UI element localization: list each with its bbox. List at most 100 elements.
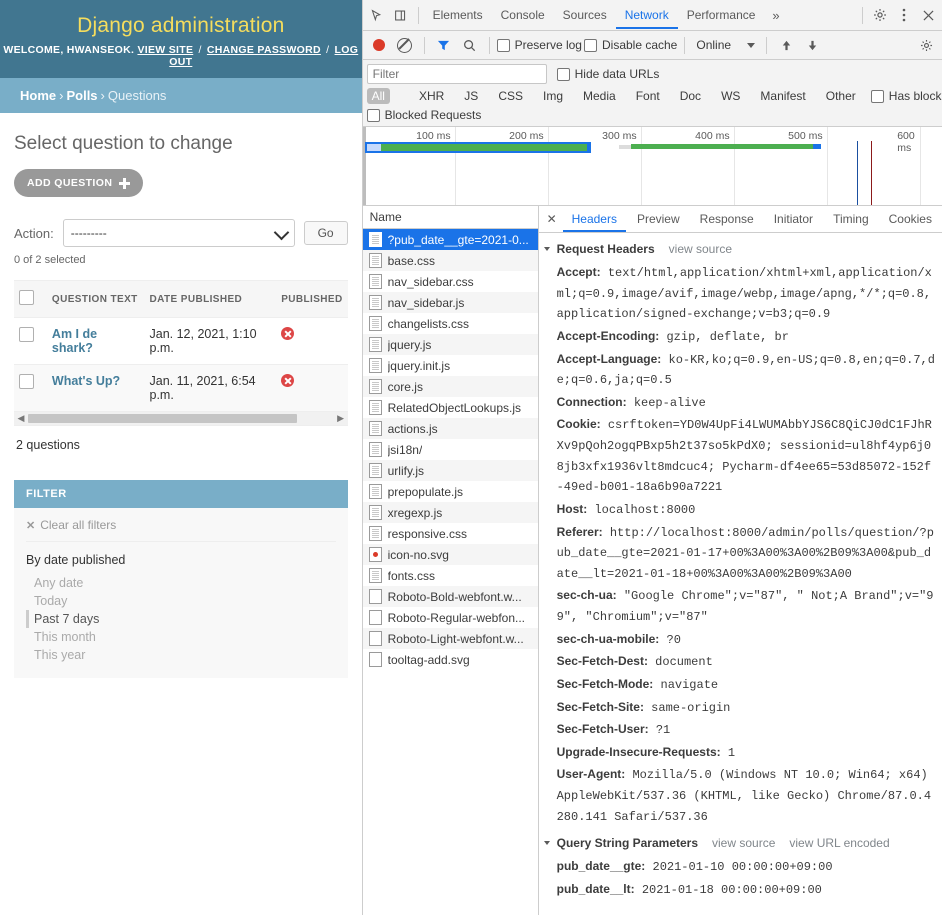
search-icon[interactable] — [458, 33, 482, 57]
filter-option-any-date[interactable]: Any date — [26, 574, 336, 592]
type-filter-media[interactable]: Media — [578, 88, 621, 104]
clear-requests-button[interactable] — [393, 33, 417, 57]
inspect-element-icon[interactable] — [365, 3, 389, 27]
scrollbar-thumb[interactable] — [28, 414, 297, 423]
row-checkbox[interactable] — [19, 327, 34, 342]
tab-elements[interactable]: Elements — [424, 2, 492, 29]
request-row[interactable]: nav_sidebar.css — [363, 271, 538, 292]
type-filter-other[interactable]: Other — [821, 88, 861, 104]
request-row[interactable]: jquery.js — [362, 334, 538, 355]
type-filter-xhr[interactable]: XHR — [414, 88, 449, 104]
more-tabs-icon[interactable]: » — [764, 8, 787, 23]
blocked-requests-checkbox[interactable] — [366, 108, 380, 122]
tab-headers[interactable]: Headers — [563, 207, 626, 232]
has-blocked-cookies-toggle[interactable]: Has blocked cookies — [870, 89, 942, 103]
network-overview-timeline[interactable]: 100 ms 200 ms 300 ms 400 ms 500 ms 600 m… — [362, 127, 942, 206]
tab-sources[interactable]: Sources — [554, 2, 616, 29]
request-row[interactable]: actions.js — [362, 418, 538, 439]
tab-network[interactable]: Network — [616, 2, 678, 29]
filter-toggle-button[interactable] — [432, 33, 456, 57]
scroll-right-arrow[interactable]: ▶ — [334, 413, 348, 424]
close-detail-icon[interactable]: ✕ — [543, 210, 561, 228]
blocked-requests-toggle[interactable]: Blocked Requests — [366, 108, 481, 122]
column-date-published[interactable]: DATE PUBLISHED — [144, 280, 277, 318]
more-options-icon[interactable] — [892, 3, 916, 27]
view-url-encoded-link[interactable]: view URL encoded — [789, 836, 889, 850]
request-row[interactable]: Roboto-Light-webfont.w... — [362, 628, 538, 649]
row-checkbox[interactable] — [19, 374, 34, 389]
headers-content[interactable]: Request Headers view source Accept: text… — [539, 233, 942, 915]
close-devtools-icon[interactable] — [916, 3, 940, 27]
breadcrumb-home[interactable]: Home — [20, 88, 56, 103]
request-row[interactable]: icon-no.svg — [362, 544, 538, 565]
request-row[interactable]: jsi18n/ — [363, 439, 538, 460]
type-filter-doc[interactable]: Doc — [675, 88, 706, 104]
request-row[interactable]: Roboto-Regular-webfon... — [363, 607, 538, 628]
scroll-left-arrow[interactable]: ◀ — [14, 413, 28, 424]
tab-timing[interactable]: Timing — [824, 207, 878, 232]
table-horizontal-scrollbar[interactable]: ◀ ▶ — [14, 412, 348, 426]
has-blocked-cookies-checkbox[interactable] — [870, 89, 884, 103]
tab-performance[interactable]: Performance — [678, 2, 765, 29]
request-list[interactable]: ?pub_date__gte=2021-0... base.css nav_si… — [362, 229, 538, 915]
filter-option-this-month[interactable]: This month — [26, 628, 336, 646]
throttling-select[interactable]: Online — [692, 38, 759, 52]
hide-data-urls-checkbox[interactable] — [556, 67, 570, 81]
preserve-log-checkbox[interactable] — [496, 38, 510, 52]
tab-cookies[interactable]: Cookies — [880, 207, 941, 232]
request-row-selected[interactable]: ?pub_date__gte=2021-0... — [362, 229, 538, 250]
type-filter-img[interactable]: Img — [538, 88, 568, 104]
tab-console[interactable]: Console — [492, 2, 554, 29]
add-question-button[interactable]: ADD QUESTION — [14, 169, 144, 197]
filter-option-today[interactable]: Today — [26, 592, 336, 610]
disable-cache-toggle[interactable]: Disable cache — [583, 38, 677, 52]
tab-initiator[interactable]: Initiator — [765, 207, 822, 232]
question-link[interactable]: Am I de shark? — [52, 327, 97, 355]
disable-cache-checkbox[interactable] — [583, 38, 597, 52]
chevron-down-icon[interactable] — [543, 841, 550, 846]
query-view-source-link[interactable]: view source — [712, 836, 775, 850]
question-link[interactable]: What's Up? — [52, 374, 120, 388]
record-button[interactable] — [367, 33, 391, 57]
chevron-down-icon[interactable] — [543, 247, 550, 251]
import-har-icon[interactable] — [774, 33, 798, 57]
hide-data-urls-toggle[interactable]: Hide data URLs — [556, 67, 659, 81]
device-toolbar-icon[interactable] — [389, 3, 413, 27]
type-filter-all[interactable]: All — [366, 88, 390, 104]
tab-preview[interactable]: Preview — [628, 207, 689, 232]
type-filter-font[interactable]: Font — [631, 88, 665, 104]
scrollbar-track[interactable] — [28, 414, 334, 423]
request-row[interactable]: xregexp.js — [362, 502, 538, 523]
request-row[interactable]: RelatedObjectLookups.js — [363, 397, 538, 418]
type-filter-css[interactable]: CSS — [493, 88, 528, 104]
request-row[interactable]: Roboto-Bold-webfont.w... — [362, 586, 538, 607]
filter-option-past-7-days[interactable]: Past 7 days — [26, 610, 336, 628]
request-row[interactable]: prepopulate.js — [363, 481, 538, 502]
filter-input[interactable] — [366, 64, 547, 84]
breadcrumb-polls[interactable]: Polls — [66, 88, 97, 103]
request-row[interactable]: jquery.init.js — [363, 355, 538, 376]
request-row[interactable]: fonts.css — [363, 565, 538, 586]
request-row[interactable]: nav_sidebar.js — [362, 292, 538, 313]
tab-response[interactable]: Response — [691, 207, 763, 232]
request-row[interactable]: responsive.css — [363, 523, 538, 544]
column-question-text[interactable]: QUESTION TEXT — [46, 280, 145, 318]
filter-option-this-year[interactable]: This year — [26, 646, 336, 664]
request-row[interactable]: tooltag-add.svg — [363, 649, 538, 670]
request-row[interactable]: changelists.css — [363, 313, 538, 334]
type-filter-ws[interactable]: WS — [716, 88, 745, 104]
preserve-log-toggle[interactable]: Preserve log — [496, 38, 582, 52]
request-row[interactable]: core.js — [362, 376, 538, 397]
type-filter-manifest[interactable]: Manifest — [755, 88, 810, 104]
gear-icon[interactable] — [868, 3, 892, 27]
view-source-link[interactable]: view source — [669, 242, 732, 256]
select-all-checkbox[interactable] — [19, 290, 34, 305]
request-name-column-header[interactable]: Name — [362, 206, 538, 229]
action-select[interactable]: --------- — [62, 219, 295, 247]
go-button[interactable]: Go — [303, 221, 348, 245]
network-settings-icon[interactable] — [914, 33, 938, 57]
clear-all-filters-button[interactable]: ✕ Clear all filters — [26, 518, 336, 542]
change-password-link[interactable]: CHANGE PASSWORD — [207, 44, 321, 56]
request-row[interactable]: urlify.js — [362, 460, 538, 481]
type-filter-js[interactable]: JS — [459, 88, 483, 104]
